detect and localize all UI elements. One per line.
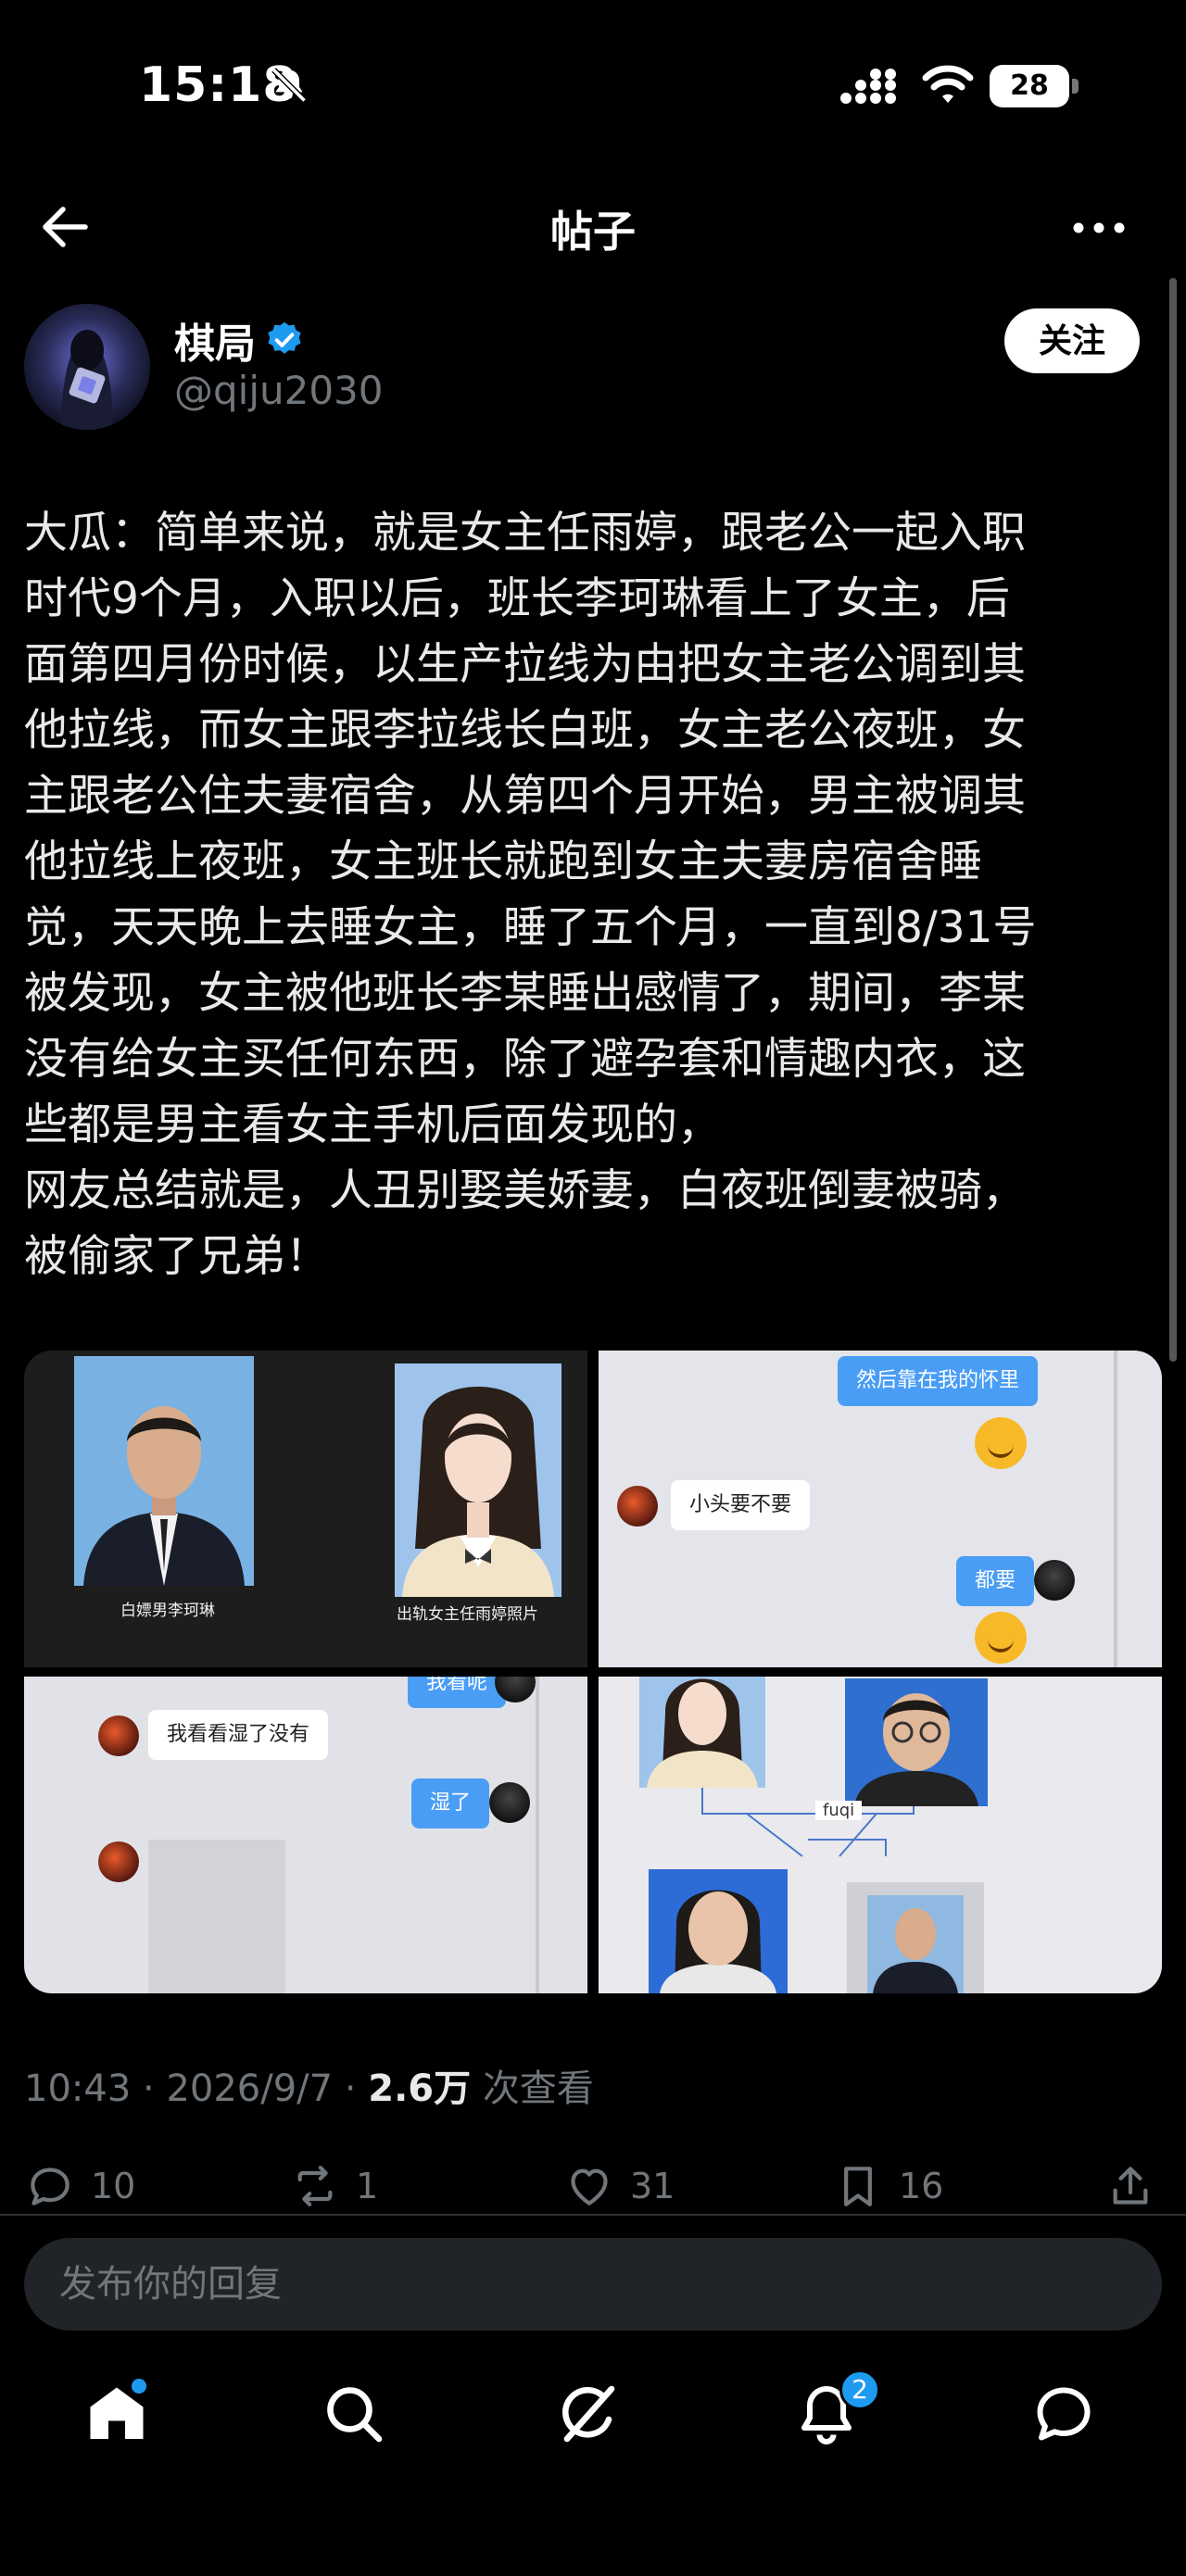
chat-bubble-right: 湿了 [411,1778,490,1828]
post-author: 棋局 @qiju2030 关注 [0,301,1186,440]
chat-avatar-4 [98,1715,139,1756]
emoji-smirk-2 [975,1612,1027,1664]
chat-bubble-left: 我看看湿了没有 [148,1710,329,1760]
chat-bubble-top: 然后靠在我的怀里 [838,1356,1039,1406]
bottom-tab-bar: 2 [0,2369,1186,2464]
photo-man [74,1356,254,1586]
reply-button[interactable]: 10 [24,2149,135,2223]
reply-input[interactable] [24,2238,1162,2331]
caption-woman: 出轨女主任雨婷照片 [397,1605,538,1624]
battery-icon: 28 [990,65,1079,107]
chat-bubble-top: 我看呢 [408,1677,507,1708]
post-meta: 10:43 · 2026/9/7 · 2.6万 次查看 [24,2058,594,2112]
post-text: 大瓜：简单来说，就是女主任雨婷，跟老公一起入职 时代9个月，入职以后，班长李珂琳… [24,508,1037,1282]
caption-man: 白嫖男李珂琳 [120,1602,215,1620]
messages-icon [1037,2387,1091,2441]
media-image-1[interactable]: 白嫖男李珂琳 出轨女主任雨婷照片 [24,1351,587,1667]
nav-header: 帖子 [0,176,1186,278]
bookmark-count: 16 [899,2166,944,2206]
media-image-2[interactable]: 然后靠在我的怀里 小头要不要 都要 [599,1351,1162,1667]
media-image-3[interactable]: 我看呢 我看看湿了没有 湿了 [24,1677,587,1993]
wifi-icon [922,65,974,103]
like-button[interactable]: 31 [563,2149,675,2223]
bookmark-icon [844,2167,872,2206]
media-grid: 白嫖男李珂琳 出轨女主任雨婷照片 然后靠在我的怀里 小头要不要 都要 我看呢 我… [24,1351,1162,1993]
repost-button[interactable]: 1 [289,2149,378,2223]
photo-girl [649,1869,788,1993]
post-actions: 10 1 31 16 [0,2149,1186,2223]
chat-bubble-right: 都要 [956,1556,1035,1606]
repost-count: 1 [356,2166,379,2206]
post-date: 2026/9/7 [166,2067,334,2110]
grok-icon [561,2385,615,2443]
tab-home[interactable] [83,2379,158,2455]
scrollbar[interactable] [1169,278,1177,1362]
meta-separator: · [131,2067,167,2110]
diagram-label: fuqi [815,1801,863,1820]
repost-icon [297,2166,333,2206]
reply-bar [0,2214,1186,2334]
media-image-4[interactable]: fuqi [599,1677,1162,1993]
reply-count: 10 [91,2166,136,2206]
photo-man-small [867,1895,964,1993]
bell-off-icon [271,68,307,103]
notifications-badge: 2 [839,2369,880,2410]
more-horizontal-icon[interactable] [1071,209,1127,246]
views-label: 次查看 [471,2067,594,2110]
views-count: 2.6万 [368,2067,472,2110]
share-icon [1113,2167,1148,2205]
verified-badge-icon [268,321,301,354]
avatar[interactable] [24,304,150,430]
tab-grok[interactable] [556,2381,630,2455]
page-title: 帖子 [550,207,636,257]
author-name[interactable]: 棋局 [174,310,256,370]
chat-avatar-2 [1034,1560,1075,1601]
meta-separator: · [333,2067,369,2110]
bookmark-button[interactable]: 16 [832,2149,943,2223]
cellular-signal-icon [840,69,896,104]
share-button[interactable] [1104,2149,1156,2223]
chat-avatar-5 [489,1782,530,1823]
emoji-smirk-1 [975,1417,1027,1469]
chat-avatar-6 [98,1841,139,1882]
like-count: 31 [630,2166,675,2206]
follow-button[interactable]: 关注 [1004,308,1140,373]
status-bar: 15:18 28 [0,0,1186,167]
photo-woman [395,1363,561,1597]
tab-notifications[interactable]: 2 [793,2369,880,2455]
reply-icon [31,2168,69,2205]
search-icon [327,2387,383,2443]
chat-avatar-1 [617,1486,658,1527]
battery-level: 28 [990,65,1069,107]
home-unread-dot [132,2379,146,2394]
chat-bubble-left: 小头要不要 [671,1480,811,1530]
tab-messages[interactable] [1030,2381,1104,2455]
post-time: 10:43 [24,2067,132,2110]
author-handle[interactable]: @qiju2030 [174,368,384,413]
tab-search[interactable] [321,2381,395,2455]
heart-icon [571,2168,608,2205]
